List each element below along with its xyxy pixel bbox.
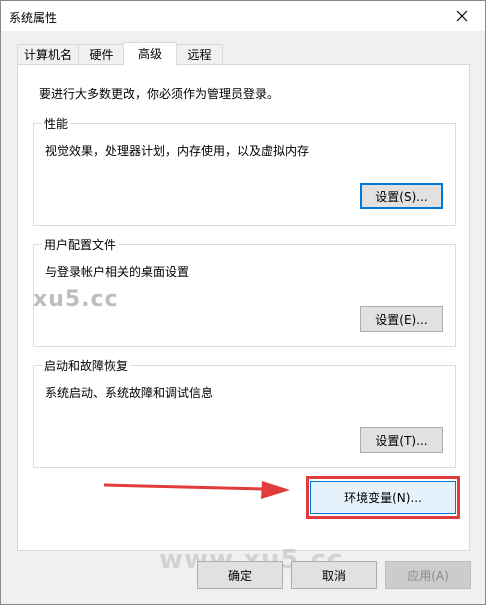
tab-hardware[interactable]: 硬件 bbox=[78, 44, 125, 65]
window-title: 系统属性 bbox=[9, 11, 58, 25]
system-properties-dialog: 系统属性 计算机名 硬件 高级 远程 要进行大多数更改，你必须作为管理员登录。 … bbox=[0, 0, 486, 605]
performance-settings-button[interactable]: 设置(S)... bbox=[360, 183, 443, 209]
startup-recovery-description: 系统启动、系统故障和调试信息 bbox=[45, 386, 214, 400]
user-profiles-title: 用户配置文件 bbox=[42, 236, 119, 253]
performance-description: 视觉效果，处理器计划，内存使用，以及虚拟内存 bbox=[45, 144, 310, 158]
performance-group: 性能 视觉效果，处理器计划，内存使用，以及虚拟内存 设置(S)... bbox=[33, 115, 456, 226]
performance-title: 性能 bbox=[42, 115, 71, 132]
tab-computer-name[interactable]: 计算机名 bbox=[17, 44, 79, 65]
user-profiles-settings-button[interactable]: 设置(E)... bbox=[360, 306, 443, 332]
watermark-small: xu5.cc bbox=[33, 287, 119, 312]
startup-recovery-title: 启动和故障恢复 bbox=[42, 357, 131, 374]
environment-variables-button[interactable]: 环境变量(N)... bbox=[310, 481, 456, 514]
user-profiles-description: 与登录帐户相关的桌面设置 bbox=[45, 265, 190, 279]
cancel-button[interactable]: 取消 bbox=[291, 561, 377, 589]
startup-recovery-group: 启动和故障恢复 系统启动、系统故障和调试信息 设置(T)... bbox=[33, 357, 456, 468]
admin-notice: 要进行大多数更改，你必须作为管理员登录。 bbox=[39, 87, 280, 101]
title-bar: 系统属性 bbox=[1, 1, 485, 31]
startup-recovery-settings-button[interactable]: 设置(T)... bbox=[360, 427, 443, 453]
apply-button[interactable]: 应用(A) bbox=[385, 561, 471, 589]
close-icon bbox=[456, 10, 468, 22]
ok-button[interactable]: 确定 bbox=[197, 561, 283, 589]
arrow-right-icon bbox=[104, 481, 290, 499]
tab-remote[interactable]: 远程 bbox=[176, 44, 223, 65]
close-button[interactable] bbox=[439, 1, 485, 31]
tab-advanced[interactable]: 高级 bbox=[123, 42, 177, 66]
